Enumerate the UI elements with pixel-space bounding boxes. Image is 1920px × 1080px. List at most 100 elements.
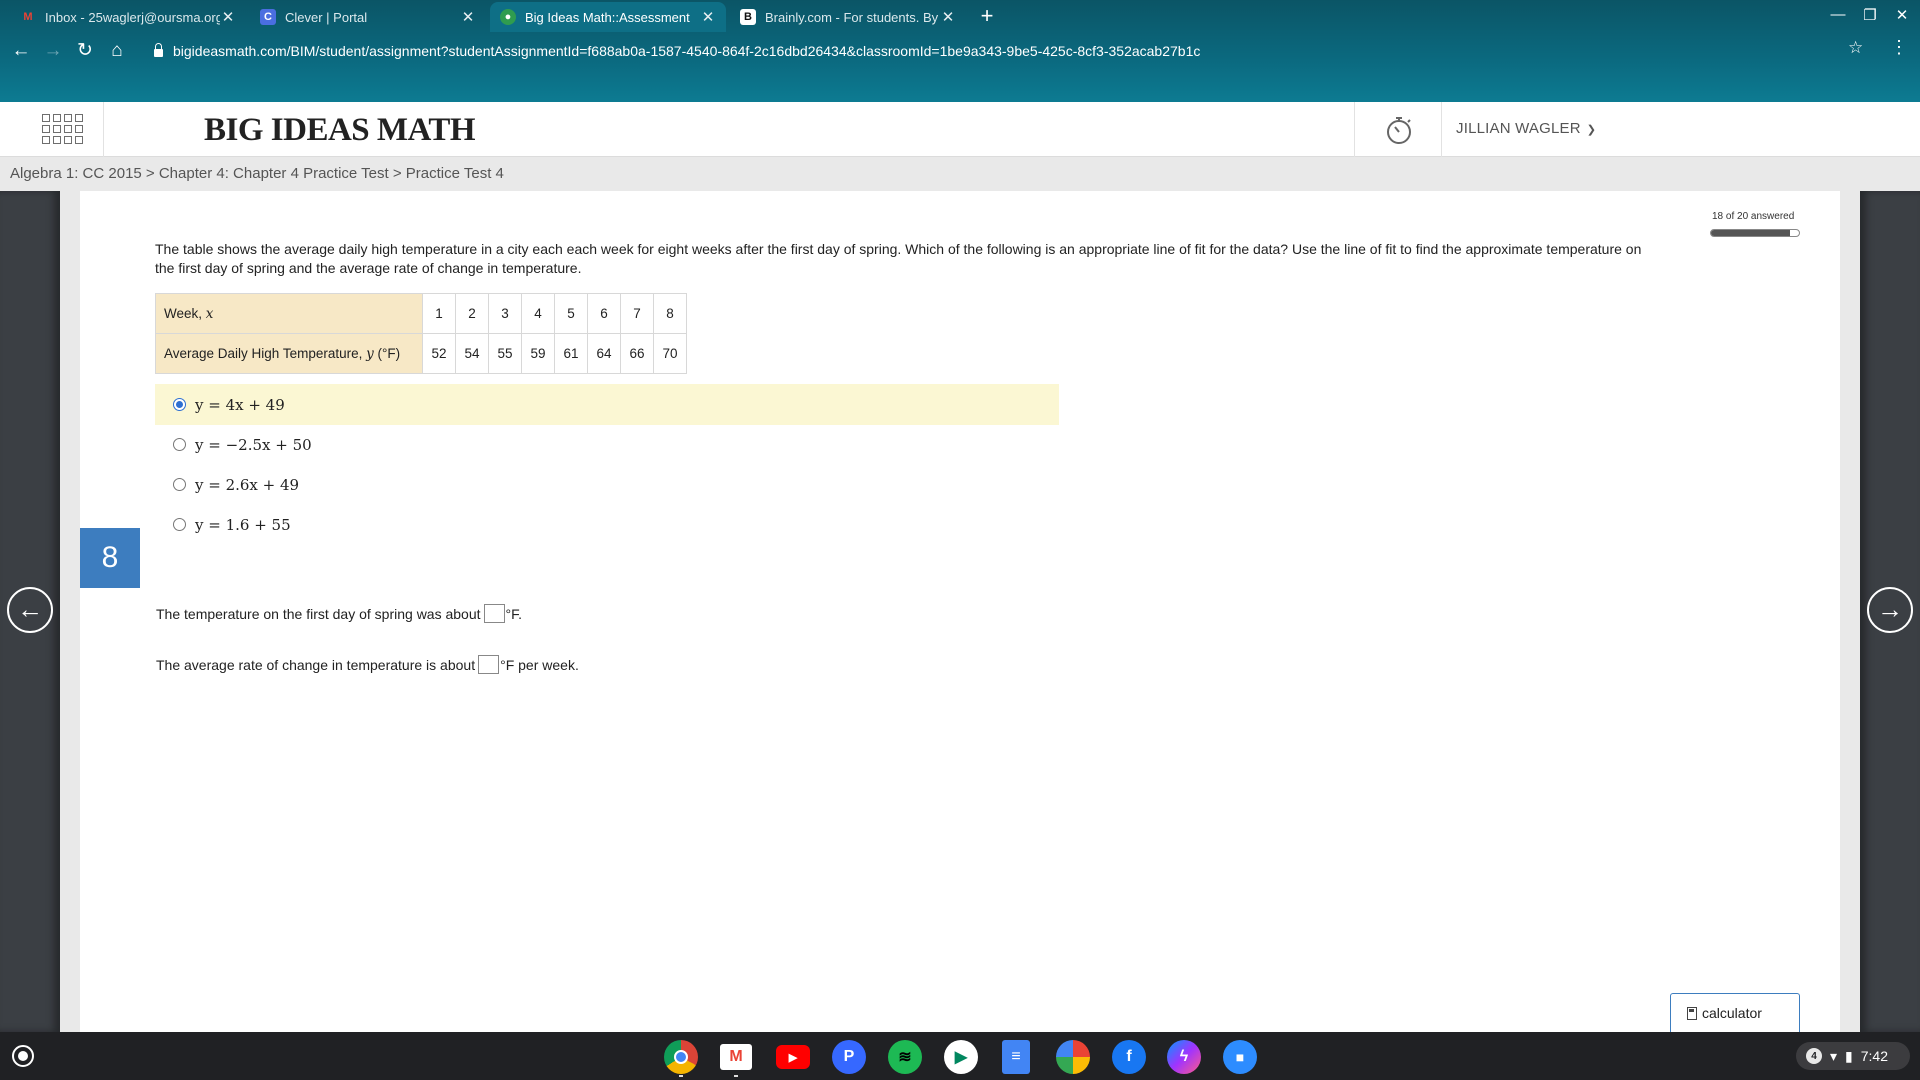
temp-cell: 61 (554, 333, 588, 374)
minimize-icon[interactable]: — (1826, 6, 1850, 23)
reload-icon[interactable]: ↻ (73, 39, 97, 63)
bigideas-icon: ● (500, 9, 516, 25)
close-tab-icon[interactable]: ✕ (460, 8, 476, 26)
temp-cell: 64 (587, 333, 621, 374)
breadcrumb: Algebra 1: CC 2015 > Chapter 4: Chapter … (10, 165, 504, 182)
week-cell: 1 (422, 293, 456, 334)
progress-label: 18 of 20 answered (1712, 211, 1795, 222)
progress-bar (1710, 229, 1800, 237)
launcher-icon[interactable] (12, 1045, 34, 1067)
close-tab-icon[interactable]: ✕ (940, 8, 956, 26)
choice-label: y = −2.5x + 50 (195, 435, 312, 454)
radio-button[interactable] (173, 478, 186, 491)
choice-label: y = 4x + 49 (195, 395, 285, 414)
apps-grid-button[interactable] (0, 102, 104, 157)
browser-menu-icon[interactable]: ⋮ (1890, 37, 1908, 58)
browser-toolbar: ← → ↻ ⌂ bigideasmath.com/BIM/student/ass… (0, 34, 1920, 68)
previous-question-button[interactable]: ← (7, 587, 53, 633)
calculator-button[interactable]: calculator (1670, 993, 1800, 1032)
close-tab-icon[interactable]: ✕ (700, 8, 716, 26)
facebook-icon[interactable]: f (1112, 1040, 1146, 1074)
week-cell: 6 (587, 293, 621, 334)
row-header-temperature: Average Daily High Temperature, y (°F) (155, 333, 423, 374)
choice-label: y = 1.6 + 55 (195, 515, 291, 534)
docs-icon[interactable]: ≡ (1002, 1040, 1030, 1074)
stopwatch-icon (1387, 117, 1411, 144)
temp-cell: 59 (521, 333, 555, 374)
play-store-icon[interactable]: ▶ (944, 1040, 978, 1074)
chrome-icon[interactable] (664, 1040, 698, 1074)
brainly-icon: B (740, 9, 756, 25)
status-tray[interactable]: 4 ▾ ▮ 7:42 (1796, 1042, 1910, 1070)
tab-strip: M Inbox - 25waglerj@oursma.org ✕ C Cleve… (0, 0, 1920, 32)
system-shelf: M ▶ P ≋ ▶ ≡ f ϟ ■ 4 ▾ ▮ 7:42 (0, 1032, 1920, 1080)
photos-icon[interactable] (1056, 1040, 1090, 1074)
temperature-answer-input[interactable] (483, 604, 505, 623)
radio-button[interactable] (173, 518, 186, 531)
choice-a[interactable]: y = 4x + 49 (155, 384, 1059, 425)
calculator-label: calculator (1702, 1005, 1762, 1021)
week-cell: 5 (554, 293, 588, 334)
next-question-button[interactable]: → (1867, 587, 1913, 633)
question-number: 8 (80, 528, 140, 588)
choice-label: y = 2.6x + 49 (195, 475, 300, 494)
tab-brainly[interactable]: B Brainly.com - For students. By st ✕ (730, 2, 966, 32)
forward-icon[interactable]: → (41, 39, 65, 63)
row-header-week: Week, x (155, 293, 423, 334)
zoom-icon[interactable]: ■ (1223, 1040, 1257, 1074)
clock: 7:42 (1860, 1048, 1888, 1064)
messenger-icon[interactable]: ϟ (1167, 1040, 1201, 1074)
bookmark-star-icon[interactable]: ☆ (1848, 38, 1863, 58)
user-name: JILLIAN WAGLER (1456, 120, 1581, 137)
tab-title: Brainly.com - For students. By st (765, 9, 940, 25)
grid-icon (42, 114, 83, 144)
close-window-icon[interactable]: ✕ (1890, 6, 1914, 24)
home-icon[interactable]: ⌂ (105, 39, 129, 63)
week-cell: 4 (521, 293, 555, 334)
temp-cell: 70 (653, 333, 687, 374)
close-tab-icon[interactable]: ✕ (220, 8, 236, 26)
temp-cell: 55 (488, 333, 522, 374)
spotify-icon[interactable]: ≋ (888, 1040, 922, 1074)
youtube-icon[interactable]: ▶ (776, 1045, 810, 1069)
clever-icon: C (260, 9, 276, 25)
tab-title: Big Ideas Math::Assessment (525, 9, 690, 25)
wifi-icon: ▾ (1830, 1047, 1838, 1064)
notification-count: 4 (1806, 1048, 1822, 1064)
radio-button[interactable] (173, 398, 186, 411)
choice-b[interactable]: y = −2.5x + 50 (155, 424, 1059, 465)
table-row: Week, x 1 2 3 4 5 6 7 8 (155, 293, 687, 334)
gmail-icon[interactable]: M (720, 1044, 752, 1070)
choice-d[interactable]: y = 1.6 + 55 (155, 504, 1059, 545)
address-bar[interactable]: bigideasmath.com/BIM/student/assignment?… (140, 36, 1880, 66)
new-tab-button[interactable]: + (974, 4, 1000, 30)
big-ideas-math-logo: BIG IDEAS MATH (204, 112, 476, 148)
tab-title: Clever | Portal (285, 9, 368, 25)
week-cell: 7 (620, 293, 654, 334)
tab-clever[interactable]: C Clever | Portal ✕ (250, 2, 486, 32)
url-text: bigideasmath.com/BIM/student/assignment?… (173, 43, 1201, 59)
radio-button[interactable] (173, 438, 186, 451)
restore-icon[interactable]: ❐ (1858, 6, 1882, 24)
temp-cell: 54 (455, 333, 489, 374)
week-cell: 3 (488, 293, 522, 334)
lock-icon (154, 43, 163, 57)
week-cell: 8 (653, 293, 687, 334)
user-menu[interactable]: JILLIAN WAGLER ❯ (1456, 120, 1596, 137)
tab-gmail[interactable]: M Inbox - 25waglerj@oursma.org ✕ (10, 2, 246, 32)
tab-title: Inbox - 25waglerj@oursma.org (45, 9, 220, 25)
back-icon[interactable]: ← (9, 39, 33, 63)
app-header: BIG IDEAS MATH JILLIAN WAGLER ❯ (0, 102, 1920, 157)
data-table: Week, x 1 2 3 4 5 6 7 8 Average Daily Hi… (155, 293, 687, 374)
tab-big-ideas-math[interactable]: ● Big Ideas Math::Assessment ✕ (490, 2, 726, 32)
progress-fill (1711, 230, 1791, 236)
rate-answer-input[interactable] (478, 655, 500, 674)
fill-in-rate: The average rate of change in temperatur… (156, 655, 579, 674)
timer-button[interactable] (1354, 102, 1442, 157)
battery-icon: ▮ (1845, 1047, 1853, 1064)
chevron-down-icon: ❯ (1586, 124, 1597, 136)
choice-c[interactable]: y = 2.6x + 49 (155, 464, 1059, 505)
calculator-icon (1687, 1006, 1697, 1020)
temp-cell: 52 (422, 333, 456, 374)
pandora-icon[interactable]: P (832, 1040, 866, 1074)
